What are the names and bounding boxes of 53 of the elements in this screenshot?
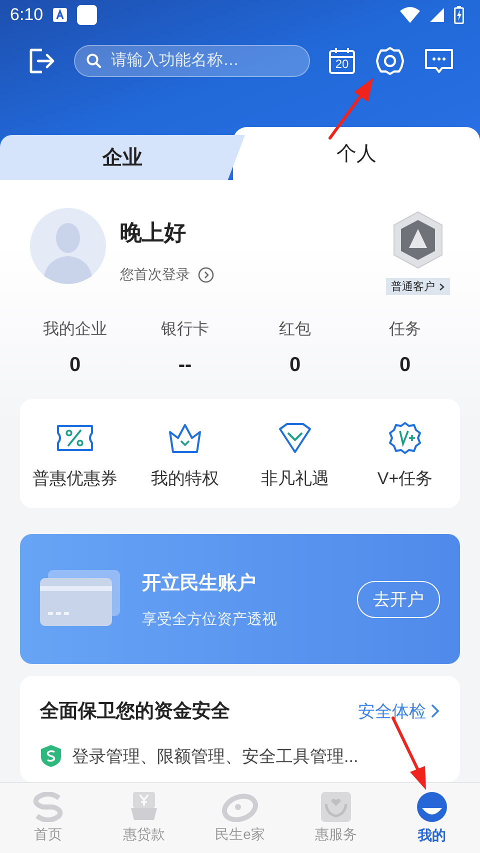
stat-label: 银行卡 bbox=[161, 320, 209, 340]
crown-icon bbox=[167, 421, 203, 455]
stat-label: 任务 bbox=[389, 320, 421, 340]
wifi-icon bbox=[400, 7, 420, 23]
annotation-arrow bbox=[328, 78, 373, 140]
stat-label: 我的企业 bbox=[43, 320, 107, 340]
login-note: 您首次登录 bbox=[120, 266, 190, 284]
settings-icon[interactable] bbox=[374, 45, 406, 77]
smile-face-icon bbox=[416, 791, 448, 823]
security-check-link[interactable]: 安全体检 bbox=[358, 700, 440, 722]
chevron-right-icon bbox=[430, 703, 440, 719]
nav-tab[interactable]: 民生e家 bbox=[192, 783, 288, 853]
bank-card-icon bbox=[40, 570, 122, 628]
chevron-right-icon bbox=[439, 282, 445, 290]
tab[interactable]: 企业 bbox=[0, 135, 245, 180]
nav-tab[interactable]: 首页 bbox=[0, 783, 96, 853]
status-time: 6:10 bbox=[10, 5, 44, 25]
stat-value: 0 bbox=[399, 354, 411, 377]
nav-tab[interactable]: 惠贷款 bbox=[96, 783, 192, 853]
open-account-button[interactable]: 去开户 bbox=[357, 580, 440, 618]
stat-label: 红包 bbox=[279, 320, 311, 340]
heart-hands-icon bbox=[321, 792, 351, 822]
v-plus-badge-icon bbox=[388, 421, 422, 455]
stat-value: 0 bbox=[289, 354, 301, 377]
message-icon[interactable] bbox=[424, 47, 454, 75]
security-title: 全面保卫您的资金安全 bbox=[40, 700, 230, 724]
greeting: 晚上好 bbox=[120, 219, 187, 247]
loan-icon bbox=[130, 792, 158, 822]
app-notification-icon bbox=[53, 8, 68, 22]
security-description: 登录管理、限额管理、安全工具管理... bbox=[72, 746, 358, 768]
banner-subtitle: 享受全方位资产透视 bbox=[142, 610, 277, 628]
battery-icon bbox=[454, 6, 464, 24]
nav-tab[interactable]: 惠服务 bbox=[288, 783, 384, 853]
banner-title: 开立民生账户 bbox=[142, 572, 257, 596]
chevron-circle-icon[interactable] bbox=[198, 267, 214, 283]
nav-tab[interactable]: 我的 bbox=[384, 783, 480, 853]
feature-item[interactable]: 我的特权 bbox=[130, 421, 240, 490]
notification-square-icon bbox=[77, 5, 98, 25]
eye-ring-icon bbox=[222, 792, 258, 822]
signal-icon bbox=[430, 8, 444, 22]
shield-icon bbox=[40, 744, 62, 768]
feature-item[interactable]: 普惠优惠券 bbox=[20, 421, 130, 490]
feature-item[interactable]: 非凡礼遇 bbox=[240, 421, 350, 490]
member-level-badge[interactable]: 普通客户 bbox=[386, 278, 450, 295]
home-logo-icon bbox=[31, 792, 65, 822]
search-icon bbox=[86, 53, 102, 69]
open-account-banner[interactable]: 开立民生账户 享受全方位资产透视 去开户 bbox=[20, 534, 460, 664]
stat-value: 0 bbox=[69, 354, 81, 377]
diamond-icon bbox=[277, 421, 313, 455]
stat-value: -- bbox=[178, 354, 192, 377]
feature-item[interactable]: V+任务 bbox=[350, 421, 460, 490]
tab[interactable]: 个人 bbox=[233, 127, 480, 180]
calendar-button[interactable]: 20 bbox=[328, 47, 356, 75]
